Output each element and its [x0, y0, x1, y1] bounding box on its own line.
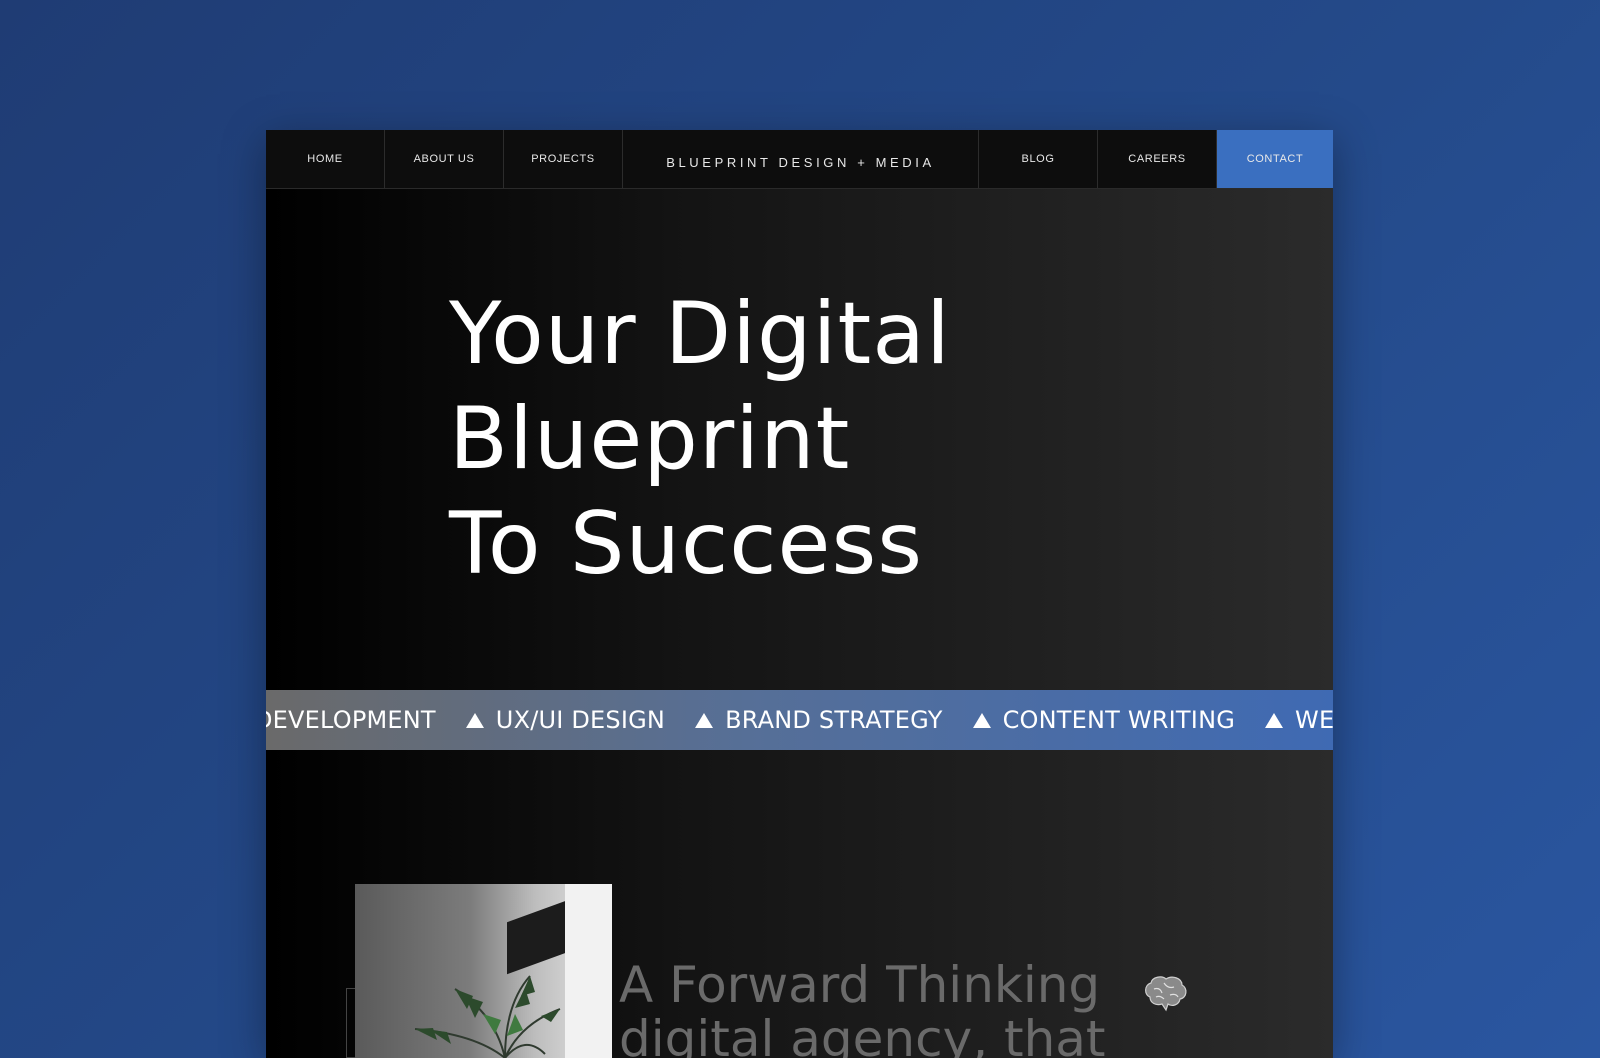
intro-line-1: A Forward Thinking	[619, 956, 1101, 1014]
nav-about-us[interactable]: ABOUT US	[385, 130, 504, 188]
brain-icon	[1145, 976, 1187, 1012]
hero-line-3: To Success	[449, 494, 924, 594]
services-ticker: DEVELOPMENT UX/UI DESIGN BRAND STRATEGY …	[266, 690, 1333, 750]
ticker-label: CONTENT WRITING	[1002, 706, 1236, 734]
triangle-icon	[465, 712, 484, 728]
main-nav: HOME ABOUT US PROJECTS BLUEPRINT DESIGN …	[266, 130, 1333, 189]
plant-illustration	[414, 975, 561, 1058]
ticker-item: UX/UI DESIGN	[465, 706, 666, 734]
nav-projects[interactable]: PROJECTS	[504, 130, 623, 188]
ticker-label: UX/UI DESIGN	[495, 706, 666, 734]
hero-title: Your Digital Blueprint To Success	[449, 282, 951, 597]
ticker-item: BRAND STRATEGY	[695, 706, 943, 734]
hero-line-1: Your Digital	[449, 284, 951, 384]
ticker-track: DEVELOPMENT UX/UI DESIGN BRAND STRATEGY …	[266, 690, 1333, 750]
website-preview: HOME ABOUT US PROJECTS BLUEPRINT DESIGN …	[266, 130, 1333, 1058]
triangle-icon	[972, 712, 991, 728]
nav-careers[interactable]: CAREERS	[1098, 130, 1217, 188]
ticker-label: WEB DE	[1295, 706, 1333, 734]
nav-blog[interactable]: BLOG	[979, 130, 1098, 188]
triangle-icon	[695, 712, 714, 728]
ticker-item: DEVELOPMENT	[266, 706, 436, 734]
brand-logo[interactable]: BLUEPRINT DESIGN + MEDIA	[623, 130, 979, 188]
ticker-item: WEB DE	[1265, 706, 1333, 734]
intro-line-2: digital agency, that	[619, 1010, 1106, 1058]
nav-home[interactable]: HOME	[266, 130, 385, 188]
intro-heading: A Forward Thinking digital agency, that	[619, 958, 1106, 1058]
ticker-label: BRAND STRATEGY	[725, 706, 943, 734]
triangle-icon	[1265, 712, 1284, 728]
office-plant-photo	[355, 884, 612, 1058]
nav-contact-button[interactable]: CONTACT	[1217, 130, 1333, 188]
ticker-label: DEVELOPMENT	[266, 706, 436, 734]
ticker-item: CONTENT WRITING	[972, 706, 1236, 734]
hero-line-2: Blueprint	[449, 389, 851, 489]
